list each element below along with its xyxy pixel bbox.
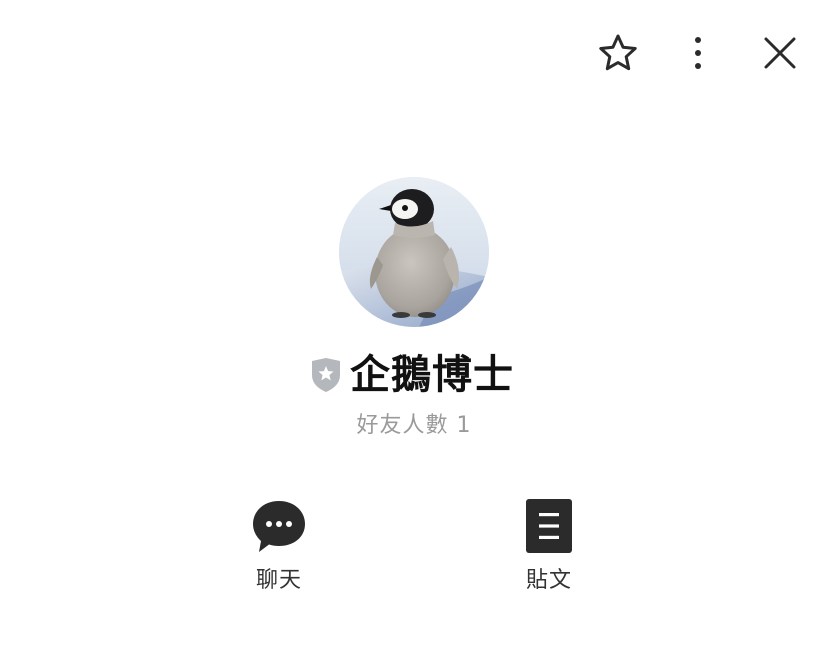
chat-bubble-icon (249, 496, 309, 556)
verified-badge-icon (310, 357, 342, 393)
favorite-button[interactable] (594, 29, 642, 77)
chat-label: 聊天 (255, 568, 302, 593)
close-button[interactable] (756, 29, 804, 77)
profile-avatar[interactable] (339, 177, 489, 327)
account-name: 企鵝博士 (350, 352, 514, 398)
profile-name-row: 企鵝博士 (0, 346, 828, 404)
chat-button[interactable]: 聊天 (219, 496, 339, 594)
document-icon (519, 496, 579, 556)
posts-button[interactable]: 貼文 (489, 496, 609, 594)
vertical-dots-icon (695, 37, 701, 69)
penguin-avatar-image (339, 177, 489, 327)
friend-count: 好友人數 1 (356, 413, 472, 438)
star-outline-icon (599, 34, 637, 71)
posts-label: 貼文 (525, 568, 572, 593)
more-options-button[interactable] (682, 29, 714, 77)
profile-screen: 企鵝博士 好友人數 1 聊天 貼文 (0, 0, 828, 653)
close-icon (764, 37, 796, 69)
